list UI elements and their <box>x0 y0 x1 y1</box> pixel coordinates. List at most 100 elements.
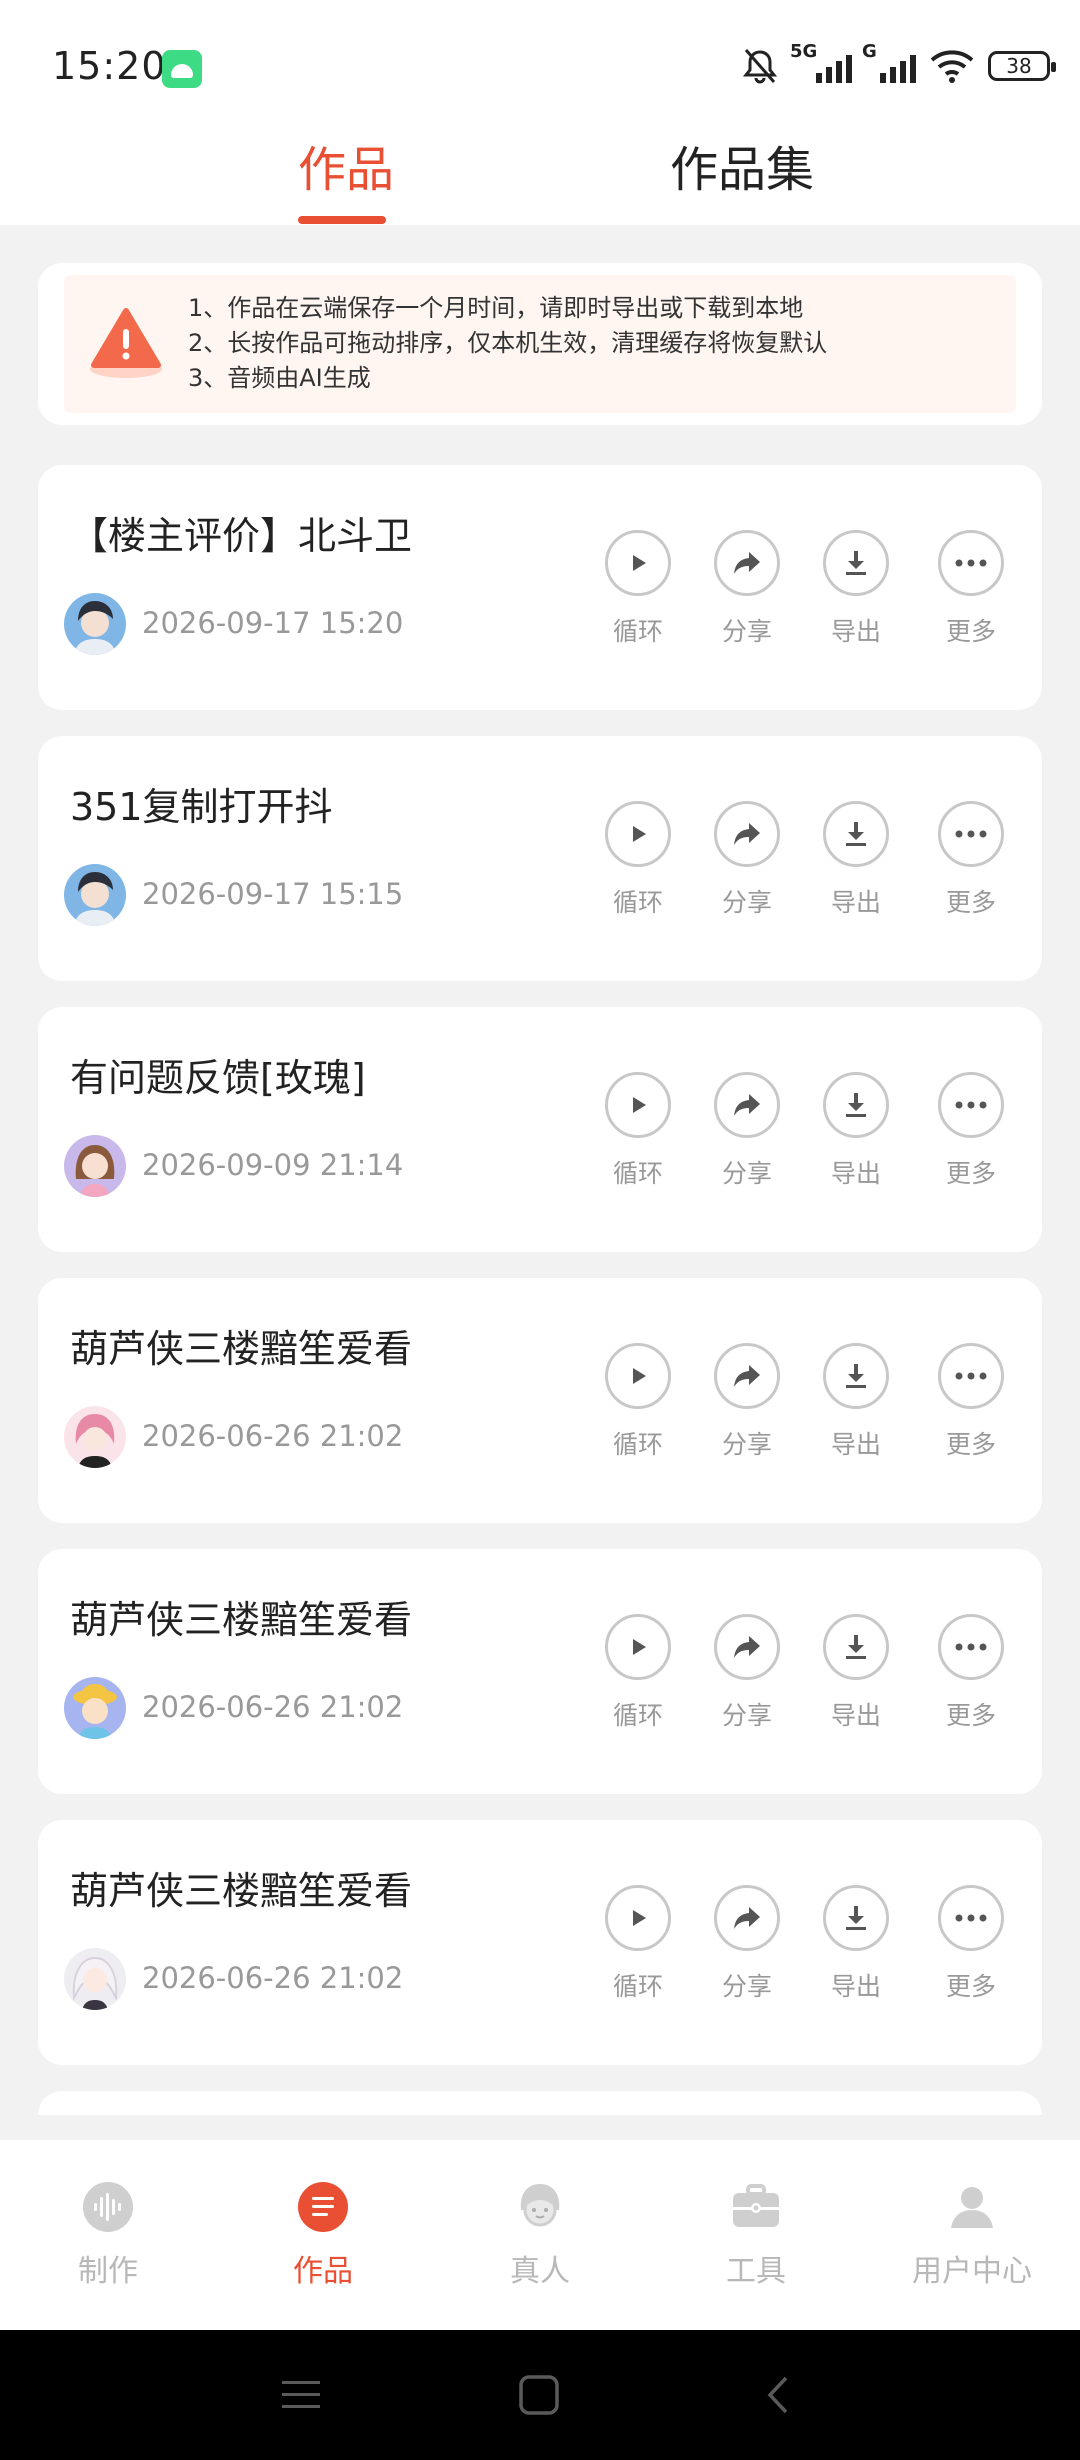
more-dots-icon <box>938 1343 1004 1409</box>
system-nav-bar <box>0 2330 1080 2460</box>
loop-play-button[interactable]: 循环 <box>602 1614 674 1732</box>
nav-tools[interactable]: 工具 <box>676 2180 836 2290</box>
share-button[interactable]: 分享 <box>711 1614 783 1732</box>
loop-play-button[interactable]: 循环 <box>602 1885 674 2003</box>
export-button[interactable]: 导出 <box>820 1614 892 1732</box>
download-icon <box>823 1614 889 1680</box>
work-date: 2026-09-09 21:14 <box>142 1148 404 1182</box>
tab-works[interactable]: 作品 <box>298 130 394 200</box>
download-icon <box>823 801 889 867</box>
status-bar: 15:20 5G G 38 <box>0 0 1080 130</box>
loop-play-button[interactable]: 循环 <box>602 801 674 919</box>
share-icon <box>714 1885 780 1951</box>
share-button[interactable]: 分享 <box>711 1343 783 1461</box>
export-button[interactable]: 导出 <box>820 801 892 919</box>
more-button[interactable]: 更多 <box>935 1614 1007 1732</box>
share-button[interactable]: 分享 <box>711 1072 783 1190</box>
more-button[interactable]: 更多 <box>935 530 1007 648</box>
work-card[interactable]: 葫芦侠三楼黯笙爱看 2026-06-26 21:02 循环 分享 导出 更多 <box>38 1549 1042 1794</box>
work-title: 葫芦侠三楼黯笙爱看 <box>70 1327 413 1371</box>
play-icon <box>605 1614 671 1680</box>
download-icon <box>823 1343 889 1409</box>
work-title: 有问题反馈[玫瑰] <box>70 1056 366 1100</box>
signal-5g-icon: 5G <box>790 41 852 83</box>
more-button[interactable]: 更多 <box>935 1885 1007 2003</box>
export-button[interactable]: 导出 <box>820 530 892 648</box>
loop-play-button[interactable]: 循环 <box>602 530 674 648</box>
top-tabs: 作品 作品集 <box>0 130 1080 225</box>
waveform-icon <box>81 2180 135 2234</box>
more-dots-icon <box>938 1614 1004 1680</box>
export-button[interactable]: 导出 <box>820 1885 892 2003</box>
status-time: 15:20 <box>52 44 167 88</box>
work-card[interactable]: 有问题反馈[玫瑰] 2026-09-09 21:14 循环 分享 导出 更多 <box>38 1007 1042 1252</box>
boy-avatar[interactable] <box>64 864 126 926</box>
loop-play-button[interactable]: 循环 <box>602 1072 674 1190</box>
share-button[interactable]: 分享 <box>711 530 783 648</box>
share-icon <box>714 530 780 596</box>
wifi-icon <box>930 48 974 84</box>
share-icon <box>714 801 780 867</box>
bell-off-icon <box>740 46 780 86</box>
download-icon <box>823 530 889 596</box>
more-dots-icon <box>938 530 1004 596</box>
home-icon[interactable] <box>516 2372 562 2418</box>
more-button[interactable]: 更多 <box>935 1072 1007 1190</box>
work-card-partial[interactable] <box>38 2091 1042 2115</box>
notice-banner: 1、作品在云端保存一个月时间，请即时导出或下载到本地 2、长按作品可拖动排序，仅… <box>64 275 1016 413</box>
play-icon <box>605 530 671 596</box>
work-title: 【楼主评价】北斗卫 <box>70 514 413 558</box>
nav-real-person[interactable]: 真人 <box>460 2180 620 2290</box>
work-date: 2026-06-26 21:02 <box>142 1419 404 1453</box>
nav-user-center[interactable]: 用户中心 <box>892 2180 1052 2290</box>
more-button[interactable]: 更多 <box>935 1343 1007 1461</box>
boy-avatar[interactable] <box>64 593 126 655</box>
work-date: 2026-09-17 15:20 <box>142 606 404 640</box>
play-icon <box>605 801 671 867</box>
warning-icon <box>86 303 166 383</box>
more-dots-icon <box>938 801 1004 867</box>
notice-line: 3、音频由AI生成 <box>188 364 371 392</box>
play-icon <box>605 1885 671 1951</box>
white-hair-avatar[interactable] <box>64 1948 126 2010</box>
share-icon <box>714 1072 780 1138</box>
tab-collection[interactable]: 作品集 <box>670 130 814 200</box>
person-face-icon <box>513 2180 567 2234</box>
work-card[interactable]: 351复制打开抖 2026-09-17 15:15 循环 分享 导出 更多 <box>38 736 1042 981</box>
work-date: 2026-06-26 21:02 <box>142 1961 404 1995</box>
menu-icon[interactable] <box>278 2372 324 2418</box>
notice-line: 1、作品在云端保存一个月时间，请即时导出或下载到本地 <box>188 294 804 322</box>
nav-works[interactable]: 作品 <box>243 2180 403 2290</box>
notice-line: 2、长按作品可拖动排序，仅本机生效，清理缓存将恢复默认 <box>188 329 828 357</box>
work-title: 351复制打开抖 <box>70 785 333 829</box>
download-icon <box>823 1885 889 1951</box>
work-card[interactable]: 【楼主评价】北斗卫 2026-09-17 15:20 循环 分享 导出 更多 <box>38 465 1042 710</box>
list-icon <box>296 2180 350 2234</box>
export-button[interactable]: 导出 <box>820 1072 892 1190</box>
more-button[interactable]: 更多 <box>935 801 1007 919</box>
export-button[interactable]: 导出 <box>820 1343 892 1461</box>
loop-play-button[interactable]: 循环 <box>602 1343 674 1461</box>
tab-indicator <box>298 216 386 224</box>
download-icon <box>823 1072 889 1138</box>
work-card[interactable]: 葫芦侠三楼黯笙爱看 2026-06-26 21:02 循环 分享 导出 更多 <box>38 1820 1042 2065</box>
work-title: 葫芦侠三楼黯笙爱看 <box>70 1869 413 1913</box>
notice-card: 1、作品在云端保存一个月时间，请即时导出或下载到本地 2、长按作品可拖动排序，仅… <box>38 263 1042 425</box>
girl-avatar[interactable] <box>64 1135 126 1197</box>
work-card[interactable]: 葫芦侠三楼黯笙爱看 2026-06-26 21:02 循环 分享 导出 更多 <box>38 1278 1042 1523</box>
cartoon-kid-avatar[interactable] <box>64 1677 126 1739</box>
bottom-nav: 制作 作品 真人 工具 用户中心 <box>0 2140 1080 2330</box>
share-icon <box>714 1614 780 1680</box>
back-icon[interactable] <box>756 2372 802 2418</box>
work-date: 2026-06-26 21:02 <box>142 1690 404 1724</box>
share-button[interactable]: 分享 <box>711 801 783 919</box>
more-dots-icon <box>938 1885 1004 1951</box>
signal-g-icon: G <box>862 41 916 83</box>
nav-make[interactable]: 制作 <box>28 2180 188 2290</box>
pink-hair-avatar[interactable] <box>64 1406 126 1468</box>
play-icon <box>605 1343 671 1409</box>
work-title: 葫芦侠三楼黯笙爱看 <box>70 1598 413 1642</box>
share-button[interactable]: 分享 <box>711 1885 783 2003</box>
more-dots-icon <box>938 1072 1004 1138</box>
toolbox-icon <box>729 2180 783 2234</box>
